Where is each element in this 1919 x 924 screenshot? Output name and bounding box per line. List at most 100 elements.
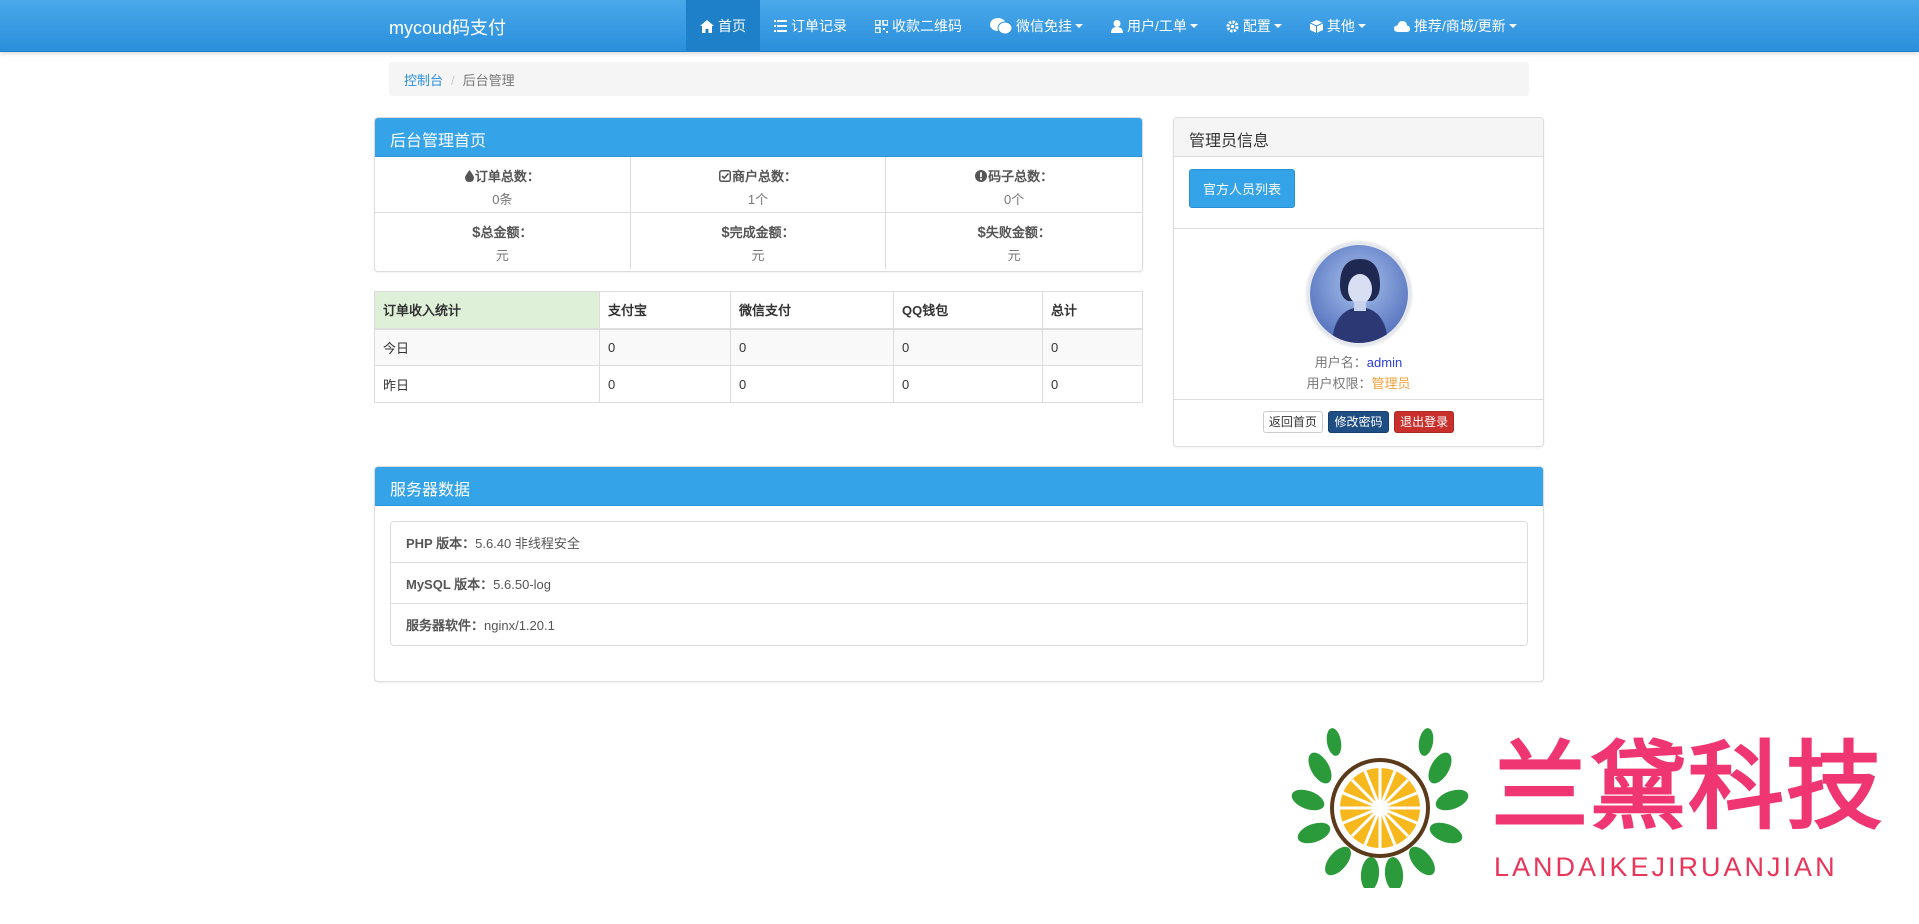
- nav-recommend-label: 推荐/商城/更新: [1413, 18, 1506, 34]
- nav-users-label: 用户/工单: [1127, 18, 1187, 34]
- table-cell: 0: [599, 365, 731, 403]
- table-cell: 0: [893, 365, 1043, 403]
- qrcode-icon: [875, 19, 888, 33]
- list-item: MySQL 版本：5.6.50-log: [391, 563, 1527, 604]
- server-software-value: nginx/1.20.1: [484, 618, 555, 633]
- chevron-down-icon: [1508, 24, 1517, 28]
- info-circle-icon: [975, 170, 988, 182]
- home-icon: [700, 19, 714, 33]
- table-header-row: 订单收入统计 支付宝 微信支付 QQ钱包 总计: [374, 291, 1143, 330]
- breadcrumb-separator: /: [451, 73, 455, 88]
- table-header: QQ钱包: [893, 291, 1043, 330]
- table-cell: 0: [730, 365, 894, 403]
- drop-icon: [464, 170, 474, 182]
- nav-wechat[interactable]: 微信免挂: [976, 0, 1097, 52]
- nav-config-label: 配置: [1242, 18, 1271, 34]
- list-icon: [774, 20, 787, 32]
- gear-icon: [1226, 20, 1239, 32]
- nav-other-label: 其他: [1326, 18, 1355, 34]
- table-header: 总计: [1042, 291, 1143, 330]
- income-table: 订单收入统计 支付宝 微信支付 QQ钱包 总计 今日 0 0 0 0 昨日 0 …: [374, 291, 1143, 403]
- server-data-panel: 服务器数据 PHP 版本：5.6.40 非线程安全 MySQL 版本：5.6.5…: [374, 466, 1544, 682]
- nav-qrcode[interactable]: 收款二维码: [861, 0, 976, 52]
- nav-config[interactable]: 配置: [1212, 0, 1296, 52]
- mysql-version-label: MySQL 版本：: [406, 577, 494, 592]
- nav-home[interactable]: 首页: [686, 0, 760, 52]
- stat-merchants: 商户总数： 1个: [630, 157, 887, 213]
- chevron-down-icon: [1273, 24, 1282, 28]
- stat-codes-label: 码子总数：: [988, 169, 1054, 184]
- back-home-button[interactable]: 返回首页: [1262, 411, 1323, 433]
- wechat-icon: [990, 18, 1012, 34]
- dollar-icon: $: [977, 224, 986, 241]
- stat-orders-value: 0条: [492, 192, 513, 207]
- stat-total-amount: $总金额： 元: [375, 213, 631, 269]
- stat-completed-amount-value: 元: [751, 248, 765, 263]
- table-header: 微信支付: [730, 291, 894, 330]
- role-label: 用户权限：: [1306, 376, 1372, 391]
- breadcrumb: 控制台 / 后台管理: [389, 62, 1529, 96]
- cube-icon: [1309, 19, 1323, 33]
- list-item: 服务器软件：nginx/1.20.1: [391, 604, 1527, 645]
- list-item: PHP 版本：5.6.40 非线程安全: [391, 522, 1527, 563]
- stat-merchants-label: 商户总数：: [731, 169, 797, 184]
- table-cell: 昨日: [374, 365, 600, 403]
- top-navbar: mycoud码支付 首页 订单记录 收款二维码 微信免挂 用户/工单 配置 其他: [0, 0, 1919, 52]
- stat-failed-amount-value: 元: [1007, 248, 1021, 263]
- nav-wechat-label: 微信免挂: [1016, 18, 1072, 34]
- table-cell: 0: [599, 328, 731, 366]
- server-info-list: PHP 版本：5.6.40 非线程安全 MySQL 版本：5.6.50-log …: [390, 521, 1528, 646]
- user-icon: [1111, 19, 1123, 33]
- breadcrumb-current: 后台管理: [462, 73, 515, 88]
- stat-failed-amount-label: 失败金额：: [985, 225, 1051, 240]
- stat-completed-amount-label: 完成金额：: [729, 225, 795, 240]
- nav-recommend[interactable]: 推荐/商城/更新: [1380, 0, 1531, 52]
- chevron-down-icon: [1189, 24, 1198, 28]
- nav-qrcode-label: 收款二维码: [892, 18, 962, 34]
- nav-orders[interactable]: 订单记录: [760, 0, 861, 52]
- stat-merchants-value: 1个: [747, 192, 769, 207]
- nav-users[interactable]: 用户/工单: [1097, 0, 1212, 52]
- nav-other[interactable]: 其他: [1296, 0, 1380, 52]
- stat-total-amount-value: 元: [495, 248, 509, 263]
- server-software-label: 服务器软件：: [406, 618, 485, 633]
- server-panel-title: 服务器数据: [375, 467, 1543, 506]
- table-row: 今日 0 0 0 0: [374, 328, 1143, 366]
- stat-orders-label: 订单总数：: [474, 169, 540, 184]
- table-row: 昨日 0 0 0 0: [374, 365, 1143, 403]
- change-password-button[interactable]: 修改密码: [1328, 411, 1389, 433]
- stat-failed-amount: $失败金额： 元: [886, 213, 1142, 269]
- main-nav: 首页 订单记录 收款二维码 微信免挂 用户/工单 配置 其他 推荐/商城/更新: [686, 0, 1531, 52]
- table-cell: 0: [730, 328, 894, 366]
- brand-logo-text[interactable]: mycoud码支付: [389, 14, 506, 40]
- admin-info-panel: 管理员信息 官方人员列表 用户名：admin 用户权限：管理员 返回首页 修改密…: [1173, 117, 1544, 447]
- username-label: 用户名：: [1314, 355, 1367, 370]
- table-header: 订单收入统计: [374, 291, 600, 330]
- role-value: 管理员: [1371, 376, 1411, 391]
- table-cell: 0: [893, 328, 1043, 366]
- username-value: admin: [1366, 355, 1403, 370]
- table-cell: 0: [1042, 328, 1143, 366]
- stat-codes: 码子总数： 0个: [886, 157, 1142, 213]
- table-cell: 今日: [374, 328, 600, 366]
- php-version-label: PHP 版本：: [406, 536, 476, 551]
- stats-grid: 订单总数： 0条 商户总数： 1个 码子总数： 0个 $总金额： 元 $完成金额…: [375, 157, 1142, 269]
- nav-home-label: 首页: [718, 18, 746, 34]
- stat-total-amount-label: 总金额：: [480, 225, 533, 240]
- stat-codes-value: 0个: [1004, 192, 1025, 207]
- php-version-value: 5.6.40 非线程安全: [475, 536, 580, 551]
- table-header: 支付宝: [599, 291, 731, 330]
- stat-orders: 订单总数： 0条: [375, 157, 631, 213]
- breadcrumb-link-console[interactable]: 控制台: [404, 73, 443, 88]
- chevron-down-icon: [1075, 24, 1083, 28]
- admin-panel-title: 管理员信息: [1174, 118, 1543, 157]
- nav-orders-label: 订单记录: [791, 18, 847, 34]
- stat-completed-amount: $完成金额： 元: [631, 213, 887, 269]
- cloud-icon: [1393, 20, 1410, 32]
- watermark-title: 兰黛科技: [1492, 734, 1884, 841]
- watermark-logo-icon: [1291, 728, 1469, 888]
- staff-list-button[interactable]: 官方人员列表: [1189, 169, 1296, 208]
- logout-button[interactable]: 退出登录: [1394, 411, 1455, 433]
- table-cell: 0: [1042, 365, 1143, 403]
- chevron-down-icon: [1357, 24, 1366, 28]
